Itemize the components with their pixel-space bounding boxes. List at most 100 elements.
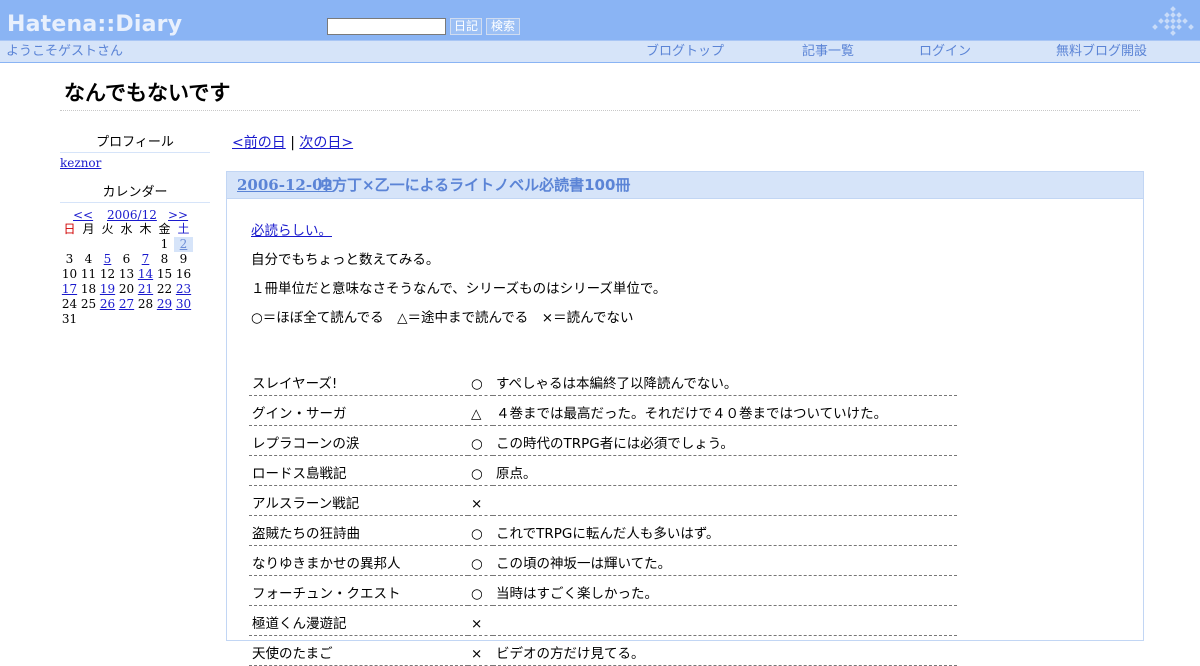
hatena-diary-logo[interactable]: Hatena::Diary <box>7 10 182 40</box>
calendar-weekday: 水 <box>120 222 133 236</box>
calendar-day[interactable]: 17 <box>60 282 79 297</box>
hatena-diamond-icon[interactable] <box>1150 6 1196 38</box>
must-read-link[interactable]: 必読らしい。 <box>251 222 332 240</box>
search-input[interactable] <box>327 18 446 35</box>
calendar-day-link[interactable]: 5 <box>104 252 112 266</box>
calendar-day <box>117 312 136 327</box>
prev-day-link[interactable]: <前の日 <box>232 135 286 151</box>
book-comment: ビデオの方だけ見てる。 <box>493 635 957 666</box>
day-navigation: <前の日 | 次の日> <box>232 134 353 152</box>
next-day-link[interactable]: 次の日> <box>299 135 353 151</box>
calendar-day-link[interactable]: 7 <box>142 252 150 266</box>
welcome-guest-text: ようこそゲストさん <box>6 44 124 59</box>
calendar-day: 24 <box>61 297 78 311</box>
book-row: フォーチュン・クエスト ○ 当時はすごく楽しかった。 <box>249 575 957 606</box>
calendar-day <box>98 237 117 252</box>
profile-user-link[interactable]: keznor <box>60 156 101 170</box>
calendar-day[interactable]: 27 <box>117 297 136 312</box>
calendar-day-link[interactable]: 23 <box>176 282 191 296</box>
calendar-next-month-link[interactable]: >> <box>168 208 188 222</box>
calendar-day: 8 <box>160 252 169 266</box>
calendar-day <box>136 312 155 327</box>
calendar-day[interactable]: 2 <box>174 237 193 252</box>
calendar-day-link[interactable]: 26 <box>100 297 115 311</box>
diary-search-button[interactable]: 日記 <box>450 18 482 35</box>
calendar-day: 16 <box>175 267 192 281</box>
entry-paragraph: 自分でもちょっと数えてみる。 <box>251 252 440 268</box>
calendar-day: 13 <box>118 267 135 281</box>
nav-article-list-link[interactable]: 記事一覧 <box>802 43 854 61</box>
calendar-day-link[interactable]: 17 <box>62 282 77 296</box>
calendar-day-link[interactable]: 14 <box>138 267 153 281</box>
entry-legend: ○＝ほぼ全て読んでる △＝途中まで読んでる ×＝読んでない <box>251 310 634 326</box>
calendar-day[interactable]: 19 <box>98 282 117 297</box>
book-row: アルスラーン戦記 × <box>249 485 957 516</box>
book-row: 盗賊たちの狂詩曲 ○ これでTRPGに転んだ人も多いはず。 <box>249 515 957 546</box>
page-title[interactable]: なんでもないです <box>64 80 230 106</box>
calendar-heading: カレンダー <box>60 184 210 203</box>
book-row: なりゆきまかせの異邦人 ○ この頃の神坂一は輝いてた。 <box>249 545 957 576</box>
book-comment <box>493 605 957 636</box>
profile-heading: プロフィール <box>60 134 210 153</box>
read-status-mark: ○ <box>468 575 493 606</box>
calendar-month-link[interactable]: 2006/12 <box>107 208 157 222</box>
book-row: スレイヤーズ! ○ すぺしゃるは本編終了以降読んでない。 <box>249 366 957 396</box>
calendar-weekday: 月 <box>82 222 95 236</box>
calendar-day: 9 <box>179 252 188 266</box>
calendar-day-link[interactable]: 30 <box>176 297 191 311</box>
read-status-mark: ○ <box>468 455 493 486</box>
calendar-day: 4 <box>84 252 93 266</box>
entry-title[interactable]: 冲方丁×乙一によるライトノベル必読書100冊 <box>317 175 630 195</box>
calendar-weekday: 木 <box>139 222 152 236</box>
nav-login-link[interactable]: ログイン <box>919 43 971 61</box>
calendar-day[interactable]: 7 <box>136 252 155 267</box>
book-row: ロードス島戦記 ○ 原点。 <box>249 455 957 486</box>
book-title: グイン・サーガ <box>249 395 468 426</box>
calendar-day: 11 <box>80 267 97 281</box>
book-row: レプラコーンの涙 ○ この時代のTRPG者には必須でしょう。 <box>249 425 957 456</box>
book-comment: この時代のTRPG者には必須でしょう。 <box>493 425 957 456</box>
calendar-day: 3 <box>65 252 74 266</box>
calendar-day[interactable]: 23 <box>174 282 193 297</box>
calendar-day-link[interactable]: 27 <box>119 297 134 311</box>
book-comment: これでTRPGに転んだ人も多いはず。 <box>493 515 957 546</box>
calendar-day: 12 <box>99 267 116 281</box>
calendar-day[interactable]: 14 <box>136 267 155 282</box>
book-comment <box>493 485 957 516</box>
calendar-day[interactable]: 29 <box>155 297 174 312</box>
calendar-weekday: 金 <box>158 222 171 236</box>
calendar-day: 15 <box>156 267 173 281</box>
calendar-prev-month-link[interactable]: << <box>73 208 93 222</box>
calendar-day-link[interactable]: 21 <box>138 282 153 296</box>
book-title: スレイヤーズ! <box>249 366 468 396</box>
calendar-day[interactable]: 30 <box>174 297 193 312</box>
search-button[interactable]: 検索 <box>486 18 520 35</box>
calendar-day <box>155 312 174 327</box>
entry-paragraph: １冊単位だと意味なさそうなんで、シリーズものはシリーズ単位で。 <box>251 281 667 297</box>
read-status-mark: ○ <box>468 366 493 396</box>
book-title: ロードス島戦記 <box>249 455 468 486</box>
calendar-day-link[interactable]: 29 <box>157 297 172 311</box>
calendar-day-link[interactable]: 19 <box>100 282 115 296</box>
calendar-day <box>174 312 193 327</box>
calendar-weekday: 土 <box>177 222 190 236</box>
title-divider <box>60 110 1140 111</box>
calendar-day <box>98 312 117 327</box>
book-comment: この頃の神坂一は輝いてた。 <box>493 545 957 576</box>
nav-blog-top-link[interactable]: ブログトップ <box>646 43 724 61</box>
book-list-table: スレイヤーズ! ○ すぺしゃるは本編終了以降読んでない。 グイン・サーガ △ ４巻までは最… <box>249 366 957 666</box>
calendar-day: 31 <box>61 312 78 326</box>
calendar-day: 22 <box>156 282 173 296</box>
calendar-day: 28 <box>137 297 154 311</box>
calendar-day[interactable]: 5 <box>98 252 117 267</box>
read-status-mark: ○ <box>468 515 493 546</box>
calendar-day-link[interactable]: 2 <box>180 237 188 251</box>
calendar-day[interactable]: 26 <box>98 297 117 312</box>
nav-create-blog-link[interactable]: 無料ブログ開設 <box>1056 43 1147 61</box>
sub-navigation-bar: ようこそゲストさん ブログトップ 記事一覧 ログイン 無料ブログ開設 <box>0 40 1200 63</box>
book-title: なりゆきまかせの異邦人 <box>249 545 468 576</box>
book-title: 極道くん漫遊記 <box>249 605 468 636</box>
book-row: 極道くん漫遊記 × <box>249 605 957 636</box>
calendar-day[interactable]: 21 <box>136 282 155 297</box>
calendar-day: 10 <box>61 267 78 281</box>
